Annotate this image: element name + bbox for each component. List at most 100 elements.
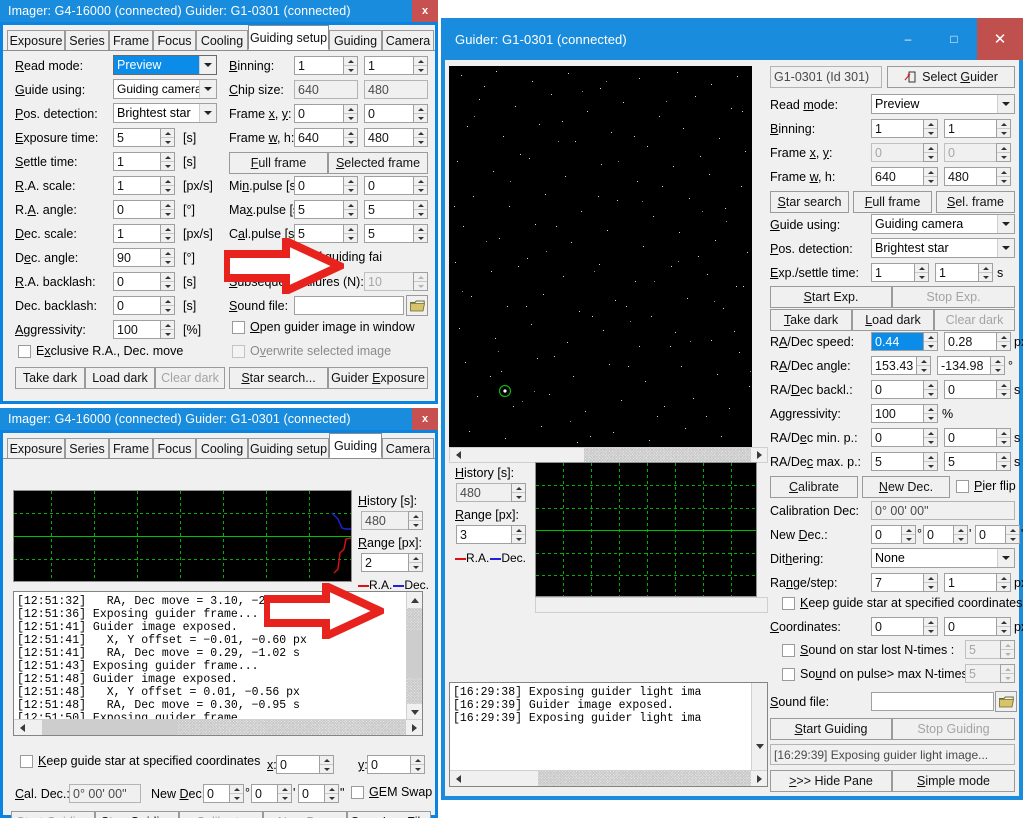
pier-flip-checkbox[interactable]: Pier flip	[956, 480, 1016, 493]
keep-x-spinner[interactable]: 0	[276, 755, 334, 774]
maximize-button[interactable]: □	[931, 18, 977, 60]
spinner-buttons[interactable]	[996, 119, 1011, 138]
simple-mode-button[interactable]: Simple mode	[892, 770, 1015, 792]
min-pulse-1-input[interactable]: 0	[294, 176, 343, 195]
settle-time-input[interactable]: 1	[113, 152, 160, 171]
sound-pulse-checkbox[interactable]: Sound on pulse> max N-times:	[782, 668, 971, 681]
gem-swap-checkbox[interactable]: GEM Swap	[351, 786, 432, 799]
spinner-buttons[interactable]	[978, 263, 993, 282]
aggressivity-spinner-guider[interactable]: 100	[871, 404, 938, 423]
spinner-buttons[interactable]	[511, 525, 526, 544]
spinner-buttons[interactable]	[343, 200, 358, 219]
radec-minp-ra-input[interactable]: 0	[871, 428, 923, 447]
play-sound-checkbox[interactable]: Play sound if guiding fai	[232, 251, 382, 264]
frame-h-spinner[interactable]: 480	[364, 128, 428, 147]
scroll-thumb[interactable]	[42, 720, 177, 735]
settle-time-spinner-guider[interactable]: 1	[935, 263, 993, 282]
aggressivity-input[interactable]: 100	[871, 404, 923, 423]
spinner-buttons[interactable]	[413, 56, 428, 75]
spinner-buttons[interactable]	[408, 553, 423, 572]
sound-file-input-guider[interactable]	[871, 692, 994, 711]
ra-backlash-input[interactable]: 0	[113, 272, 160, 291]
checkbox-box[interactable]	[782, 597, 795, 610]
settle-time-spinner[interactable]: 1	[113, 152, 175, 171]
spinner-buttons[interactable]	[343, 224, 358, 243]
spinner-buttons[interactable]	[160, 272, 175, 291]
keep-y-spinner[interactable]: 0	[367, 755, 425, 774]
sound-file-input[interactable]	[294, 296, 404, 315]
spinner-buttons[interactable]	[413, 128, 428, 147]
scroll-track-lower[interactable]	[407, 678, 422, 704]
dec-backlash-input[interactable]: 0	[113, 296, 160, 315]
scroll-track-left[interactable]	[466, 771, 538, 786]
dithering-combo[interactable]: None	[871, 548, 1015, 568]
spinner-buttons[interactable]	[160, 296, 175, 315]
spinner-buttons[interactable]	[923, 428, 938, 447]
graph-hscrollbar[interactable]	[535, 597, 768, 613]
checkbox-box[interactable]	[232, 321, 245, 334]
cal-pulse-1-spinner[interactable]: 5	[294, 224, 358, 243]
exp-time-input[interactable]: 1	[871, 263, 914, 282]
spinner-buttons[interactable]	[923, 332, 938, 351]
checkbox-box[interactable]	[351, 786, 364, 799]
checkbox-box[interactable]	[956, 480, 969, 493]
scroll-track-right[interactable]	[177, 720, 406, 735]
spinner-buttons[interactable]	[996, 332, 1011, 351]
guiding-log[interactable]: [12:51:32] RA, Dec move = 3.10, −2.16 s …	[13, 591, 423, 736]
spinner-buttons[interactable]	[914, 263, 929, 282]
minimize-button[interactable]: –	[885, 18, 931, 60]
radec-maxp-ra-spinner[interactable]: 5	[871, 452, 938, 471]
binning-y-spinner[interactable]: 1	[364, 56, 428, 75]
spinner-buttons[interactable]	[953, 525, 968, 544]
tab-cooling[interactable]: Cooling	[196, 30, 248, 50]
spinner-buttons[interactable]	[923, 452, 938, 471]
tab-guiding-setup[interactable]: Guiding setup	[248, 438, 329, 458]
close-button[interactable]: ✕	[977, 18, 1023, 60]
spinner-buttons[interactable]	[996, 167, 1011, 186]
radec-backl-dec-spinner[interactable]: 0	[944, 380, 1011, 399]
guider-log[interactable]: [16:29:38] Exposing guider light ima [16…	[449, 682, 768, 787]
spinner-buttons[interactable]	[996, 617, 1011, 636]
spinner-buttons[interactable]	[923, 573, 938, 592]
radec-maxp-dec-spinner[interactable]: 5	[944, 452, 1011, 471]
titlebar-guiding[interactable]: Imager: G4-16000 (connected) Guider: G1-…	[0, 408, 438, 430]
keep-star-checkbox[interactable]: Keep guide star at specified coordinates	[20, 755, 260, 768]
stop-guiding-button[interactable]: Stop Guiding	[95, 811, 179, 818]
spinner-buttons[interactable]	[923, 617, 938, 636]
keep-x-input[interactable]: 0	[276, 755, 319, 774]
scroll-right-arrow[interactable]	[406, 720, 422, 735]
spinner-buttons[interactable]	[160, 128, 175, 147]
star-search-button[interactable]: Star search...	[229, 367, 328, 389]
scroll-down-arrow[interactable]	[752, 738, 767, 754]
spinner-buttons[interactable]	[160, 320, 175, 339]
tab-guiding[interactable]: Guiding	[329, 30, 382, 50]
checkbox-box[interactable]	[20, 755, 33, 768]
tab-cooling[interactable]: Cooling	[196, 438, 248, 458]
coordinates-x-input[interactable]: 0	[871, 617, 923, 636]
calibrate-button-guider[interactable]: Calibrate	[770, 476, 858, 498]
frame-w-spinner-guider[interactable]: 640	[871, 167, 938, 186]
tab-guiding[interactable]: Guiding	[329, 433, 382, 458]
frame-w-spinner[interactable]: 640	[294, 128, 358, 147]
chevron-down-icon[interactable]	[199, 80, 216, 98]
spinner-buttons[interactable]	[996, 452, 1011, 471]
exp-time-spinner-guider[interactable]: 1	[871, 263, 929, 282]
exclusive-move-checkbox[interactable]: Exclusive R.A., Dec. move	[18, 345, 183, 358]
binning-y-input[interactable]: 1	[944, 119, 996, 138]
spinner-buttons[interactable]	[413, 176, 428, 195]
spinner-buttons[interactable]	[277, 784, 292, 803]
max-pulse-2-spinner[interactable]: 5	[364, 200, 428, 219]
dec-angle-spinner[interactable]: 90	[113, 248, 175, 267]
spinner-buttons[interactable]	[413, 200, 428, 219]
start-guiding-button-guider[interactable]: Start Guiding	[770, 718, 892, 740]
spinner-buttons[interactable]	[160, 200, 175, 219]
guide-using-combo[interactable]: Guiding camera	[113, 79, 217, 99]
guider-exposure-button[interactable]: Guider Exposure	[328, 367, 428, 389]
radec-backl-dec-input[interactable]: 0	[944, 380, 996, 399]
max-pulse-1-input[interactable]: 5	[294, 200, 343, 219]
spinner-buttons[interactable]	[923, 404, 938, 423]
new-dec-min-input[interactable]: 0	[923, 525, 953, 544]
spinner-buttons[interactable]	[996, 573, 1011, 592]
spinner-buttons[interactable]	[990, 356, 1005, 375]
history-spinner-guider[interactable]: 480	[456, 483, 526, 502]
